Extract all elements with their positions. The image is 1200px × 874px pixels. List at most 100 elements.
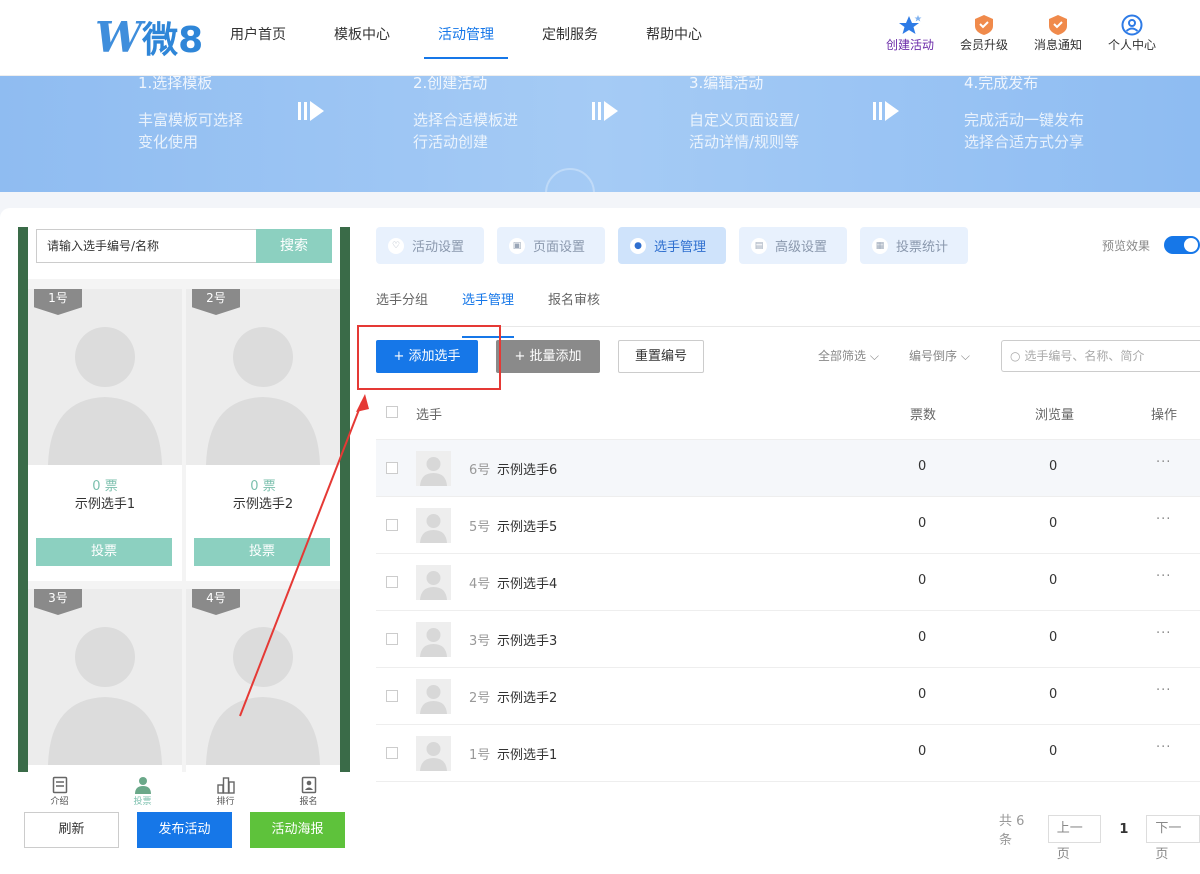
more-icon[interactable]: ··· bbox=[1156, 683, 1171, 698]
player-card[interactable]: 4号 bbox=[186, 589, 340, 772]
avatar-placeholder bbox=[186, 589, 340, 765]
bottom-buttons: 刷新 发布活动 活动海报 bbox=[24, 812, 345, 848]
player-number: 3号 bbox=[469, 634, 491, 649]
step-4: 4.完成发布 完成活动一键发布 选择合适方式分享 bbox=[964, 76, 1084, 153]
player-name: 示例选手6 bbox=[497, 463, 558, 478]
phone-search-input[interactable]: 请输入选手编号/名称 bbox=[36, 229, 256, 263]
tab-player-management[interactable]: ● 选手管理 bbox=[618, 227, 726, 264]
table-row[interactable]: 1号 示例选手1 0 0 ··· bbox=[376, 725, 1200, 782]
row-checkbox[interactable] bbox=[386, 462, 398, 474]
phone-screen: 请输入选手编号/名称 搜索 1号 0 票 示例选手1 投票 2号 0 票 示例选… bbox=[28, 227, 340, 772]
phone-search-button[interactable]: 搜索 bbox=[256, 229, 332, 263]
sort-label: 编号倒序 bbox=[909, 349, 958, 363]
row-checkbox[interactable] bbox=[386, 519, 398, 531]
nav-help-center[interactable]: 帮助中心 bbox=[646, 0, 702, 76]
refresh-button[interactable]: 刷新 bbox=[24, 812, 119, 848]
more-icon[interactable]: ··· bbox=[1156, 626, 1171, 641]
activity-poster-button[interactable]: 活动海报 bbox=[250, 812, 345, 848]
row-checkbox[interactable] bbox=[386, 633, 398, 645]
phone-tab-rank[interactable]: 排行 bbox=[196, 772, 256, 816]
person-icon: ● bbox=[630, 237, 646, 254]
batch-add-button[interactable]: + 批量添加 bbox=[496, 340, 600, 373]
reset-number-button[interactable]: 重置编号 bbox=[618, 340, 704, 373]
vote-count: 0 bbox=[918, 687, 927, 702]
more-icon[interactable]: ··· bbox=[1156, 512, 1171, 527]
view-count: 0 bbox=[1049, 630, 1058, 645]
create-activity-button[interactable]: 创建活动 bbox=[886, 14, 934, 53]
player-search-input[interactable]: ○ 选手编号、名称、简介 bbox=[1001, 340, 1200, 372]
row-checkbox[interactable] bbox=[386, 576, 398, 588]
tab-activity-settings[interactable]: ♡ 活动设置 bbox=[376, 227, 484, 264]
current-page[interactable]: 1 bbox=[1111, 822, 1136, 837]
player-card[interactable]: 3号 bbox=[28, 589, 182, 772]
row-checkbox[interactable] bbox=[386, 690, 398, 702]
banner-decoration bbox=[545, 168, 595, 192]
tab-vote-stats[interactable]: ▦ 投票统计 bbox=[860, 227, 968, 264]
vote-button[interactable]: 投票 bbox=[194, 538, 330, 566]
phone-tab-intro[interactable]: 介绍 bbox=[30, 772, 90, 816]
nav-user-home[interactable]: 用户首页 bbox=[230, 0, 286, 76]
filter-dropdown[interactable]: 全部筛选 ⌵ bbox=[818, 340, 879, 373]
next-page-button[interactable]: 下一页 bbox=[1146, 815, 1200, 862]
header-player: 选手 bbox=[416, 408, 443, 423]
nav-custom-service[interactable]: 定制服务 bbox=[542, 0, 598, 76]
header-votes: 票数 bbox=[910, 408, 937, 423]
vote-button[interactable]: 投票 bbox=[36, 538, 172, 566]
nav-template-center[interactable]: 模板中心 bbox=[334, 0, 390, 76]
arrow-right-icon bbox=[298, 99, 326, 130]
player-number: 5号 bbox=[469, 520, 491, 535]
sort-dropdown[interactable]: 编号倒序 ⌵ bbox=[909, 340, 970, 373]
badge-icon bbox=[1047, 14, 1069, 36]
prev-page-button[interactable]: 上一页 bbox=[1047, 815, 1102, 862]
player-name: 示例选手4 bbox=[497, 577, 558, 592]
avatar bbox=[416, 508, 451, 543]
phone-tab-vote[interactable]: 投票 bbox=[113, 772, 173, 816]
view-count: 0 bbox=[1049, 744, 1058, 759]
subtab-player-groups[interactable]: 选手分组 bbox=[376, 287, 428, 326]
table-row[interactable]: 6号 示例选手6 0 0 ··· bbox=[376, 440, 1200, 497]
player-card[interactable]: 1号 0 票 示例选手1 投票 bbox=[28, 289, 182, 581]
player-card[interactable]: 2号 0 票 示例选手2 投票 bbox=[186, 289, 340, 581]
vote-count: 0 bbox=[918, 744, 927, 759]
subtab-player-management[interactable]: 选手管理 bbox=[462, 287, 515, 338]
phone-tab-label: 介绍 bbox=[50, 797, 69, 807]
arrow-right-icon bbox=[592, 99, 620, 130]
logo[interactable]: W 微8 bbox=[95, 13, 203, 62]
table-row[interactable]: 2号 示例选手2 0 0 ··· bbox=[376, 668, 1200, 725]
member-upgrade-button[interactable]: 会员升级 bbox=[960, 14, 1008, 53]
personal-center-button[interactable]: 个人中心 bbox=[1108, 14, 1156, 53]
member-upgrade-label: 会员升级 bbox=[959, 38, 1008, 52]
preview-toggle[interactable] bbox=[1164, 236, 1200, 254]
avatar-placeholder bbox=[186, 289, 340, 465]
more-icon[interactable]: ··· bbox=[1156, 569, 1171, 584]
row-checkbox[interactable] bbox=[386, 747, 398, 759]
search-icon: ○ bbox=[1010, 349, 1021, 363]
subtab-signup-review[interactable]: 报名审核 bbox=[548, 287, 600, 326]
table-row[interactable]: 5号 示例选手5 0 0 ··· bbox=[376, 497, 1200, 554]
phone-tab-bar: 介绍 投票 排行 报名 bbox=[18, 772, 350, 816]
player-votes: 0 票 bbox=[92, 479, 118, 494]
nav-activity-manage[interactable]: 活动管理 bbox=[424, 0, 508, 76]
publish-activity-button[interactable]: 发布活动 bbox=[137, 812, 232, 848]
tab-advanced-settings[interactable]: ▤ 高级设置 bbox=[739, 227, 847, 264]
table-row[interactable]: 3号 示例选手3 0 0 ··· bbox=[376, 611, 1200, 668]
player-votes: 0 票 bbox=[250, 479, 276, 494]
more-icon[interactable]: ··· bbox=[1156, 455, 1171, 470]
top-actions: 创建活动 会员升级 消息通知 个人中心 bbox=[886, 14, 1156, 53]
more-icon[interactable]: ··· bbox=[1156, 740, 1171, 755]
phone-tab-signup[interactable]: 报名 bbox=[279, 772, 339, 816]
header-views: 浏览量 bbox=[1035, 408, 1075, 423]
tab-label: 投票统计 bbox=[896, 240, 949, 255]
step-title: 3.编辑活动 bbox=[689, 76, 764, 92]
phone-search-bar: 请输入选手编号/名称 搜索 bbox=[28, 227, 340, 279]
tab-page-settings[interactable]: ▣ 页面设置 bbox=[497, 227, 605, 264]
view-count: 0 bbox=[1049, 687, 1058, 702]
vote-count: 0 bbox=[918, 516, 927, 531]
user-icon bbox=[1121, 14, 1143, 36]
select-all-checkbox[interactable] bbox=[386, 406, 398, 418]
avatar bbox=[416, 451, 451, 486]
table-row[interactable]: 4号 示例选手4 0 0 ··· bbox=[376, 554, 1200, 611]
message-notice-button[interactable]: 消息通知 bbox=[1034, 14, 1082, 53]
step-desc: 选择合适模板进 行活动创建 bbox=[413, 111, 519, 151]
step-2: 2.创建活动 选择合适模板进 行活动创建 bbox=[413, 76, 518, 153]
